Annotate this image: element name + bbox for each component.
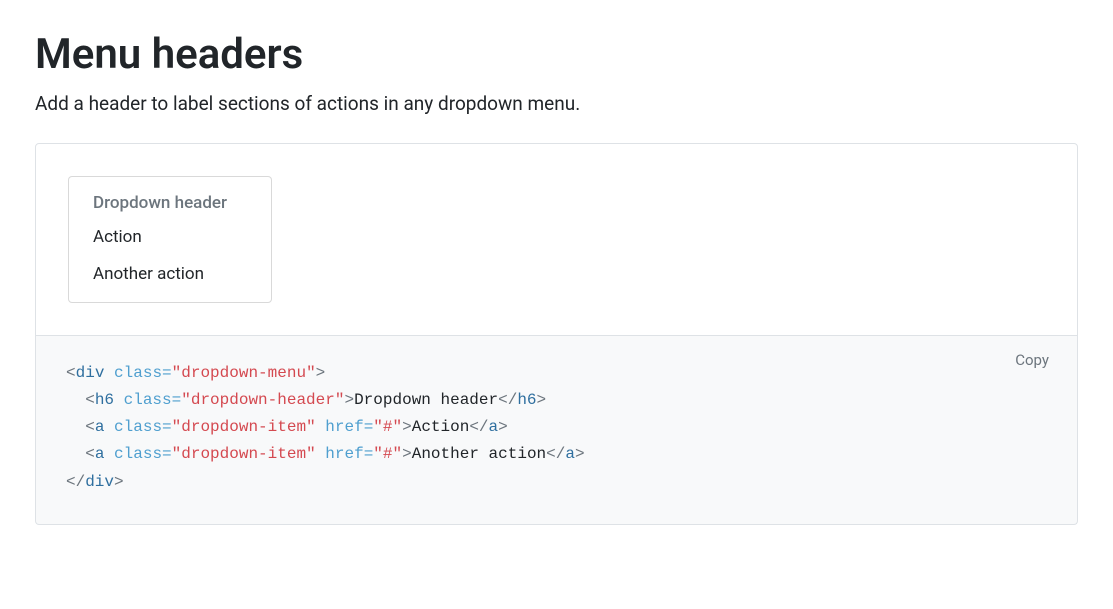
copy-button[interactable]: Copy bbox=[1009, 350, 1055, 370]
example-block: Dropdown header Action Another action bbox=[35, 143, 1078, 336]
code-block: Copy <div class="dropdown-menu"> <h6 cla… bbox=[35, 336, 1078, 525]
page-description: Add a header to label sections of action… bbox=[35, 90, 1078, 119]
dropdown-header: Dropdown header bbox=[69, 185, 271, 219]
dropdown-item-another-action[interactable]: Another action bbox=[69, 256, 271, 294]
dropdown-item-action[interactable]: Action bbox=[69, 219, 271, 257]
dropdown-menu: Dropdown header Action Another action bbox=[68, 176, 272, 303]
page-title: Menu headers bbox=[35, 30, 1078, 80]
code-listing: <div class="dropdown-menu"> <h6 class="d… bbox=[66, 360, 1047, 496]
